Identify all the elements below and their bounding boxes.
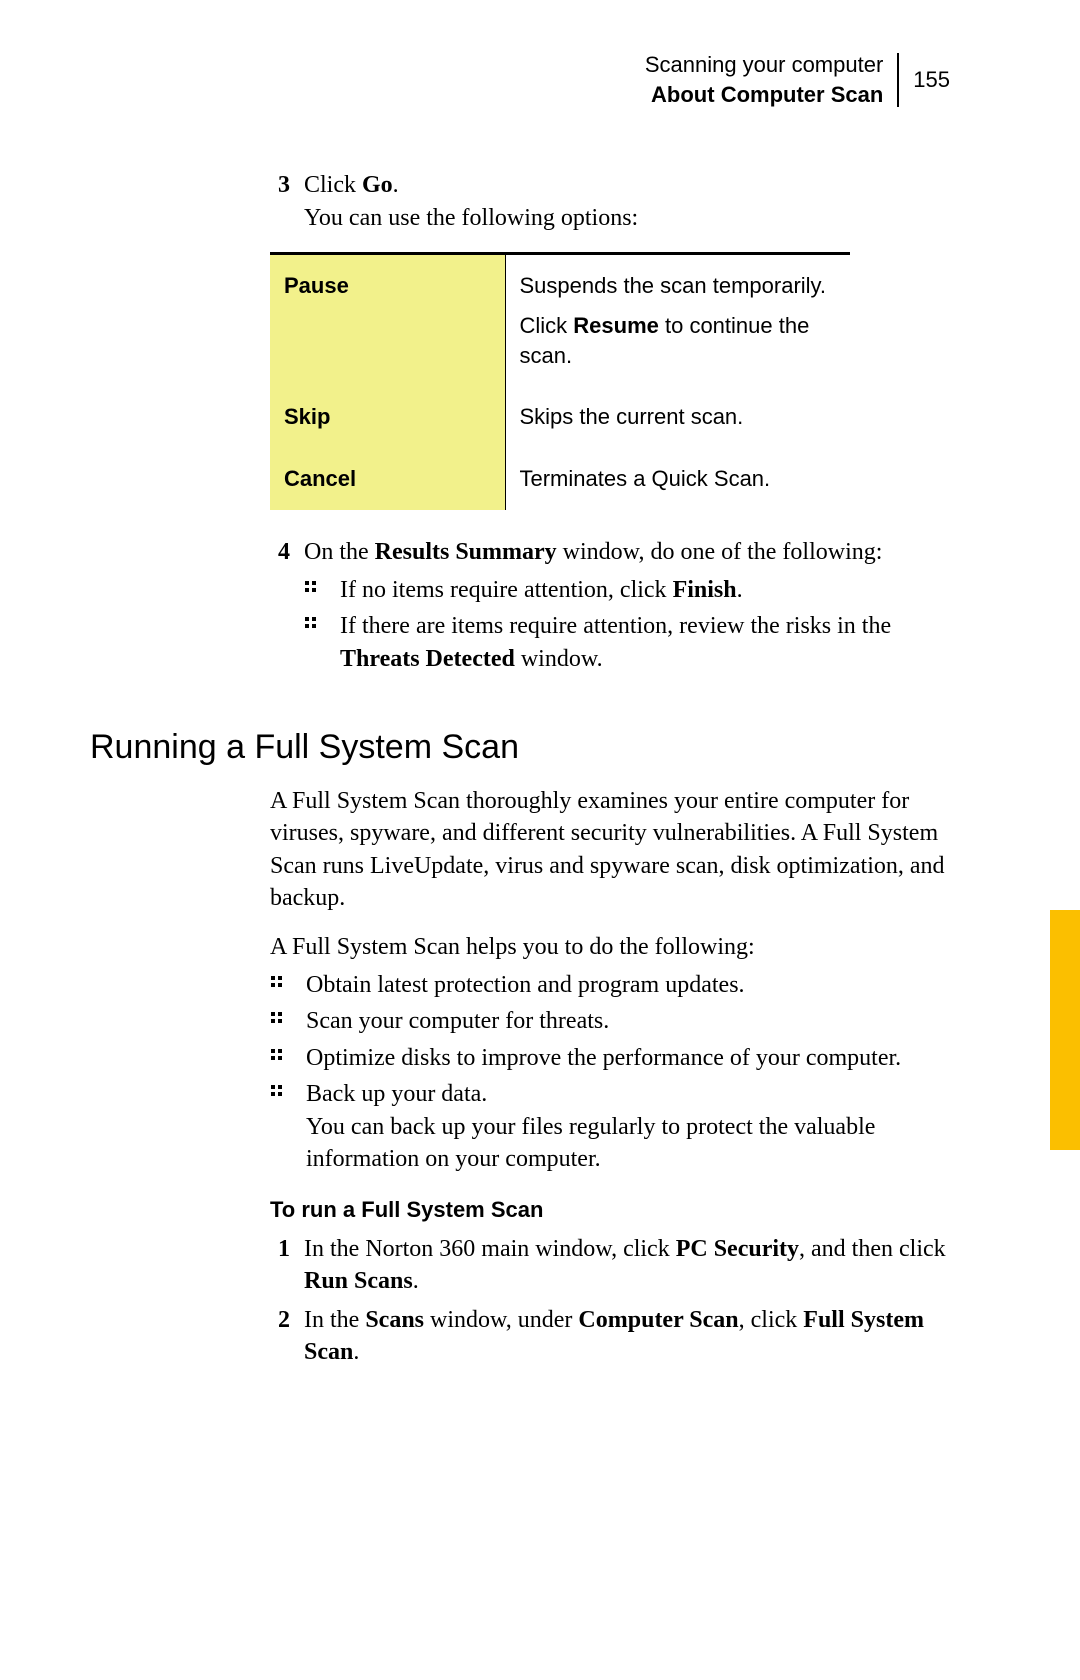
helps-bullets: Obtain latest protection and program upd… [270, 969, 950, 1175]
square-bullet-icon [270, 1048, 288, 1074]
square-bullet-icon [270, 1011, 288, 1037]
bullet-item: Obtain latest protection and program upd… [270, 969, 950, 1001]
option-row-pause: Pause Suspends the scan temporarily. Cli… [270, 254, 850, 387]
square-bullet-icon [304, 616, 322, 675]
options-table: Pause Suspends the scan temporarily. Cli… [270, 252, 850, 509]
content-area: 3 Click Go. You can use the following op… [270, 169, 950, 1368]
subhead-to-run: To run a Full System Scan [270, 1195, 950, 1225]
square-bullet-icon [270, 975, 288, 1001]
option-label: Cancel [270, 448, 505, 510]
option-desc: Terminates a Quick Scan. [505, 448, 850, 510]
option-desc: Suspends the scan temporarily. Click Res… [505, 254, 850, 387]
bullet-item: Scan your computer for threats. [270, 1005, 950, 1037]
option-label: Pause [270, 254, 505, 387]
helps-paragraph: A Full System Scan helps you to do the f… [270, 931, 950, 963]
step-number: 4 [270, 536, 290, 696]
bullet-item: If there are items require attention, re… [304, 610, 950, 675]
option-label: Skip [270, 386, 505, 448]
option-row-cancel: Cancel Terminates a Quick Scan. [270, 448, 850, 510]
option-row-skip: Skip Skips the current scan. [270, 386, 850, 448]
step4-bullets: If no items require attention, click Fin… [304, 574, 950, 675]
step-4: 4 On the Results Summary window, do one … [270, 536, 950, 696]
square-bullet-icon [304, 580, 322, 606]
bullet-item: If no items require attention, click Fin… [304, 574, 950, 606]
option-desc: Skips the current scan. [505, 386, 850, 448]
step-text: Click Go. You can use the following opti… [304, 169, 950, 234]
header-chapter: Scanning your computer [645, 50, 883, 80]
bullet-item: Back up your data. You can back up your … [270, 1078, 950, 1175]
run-step-2: 2 In the Scans window, under Computer Sc… [270, 1304, 950, 1369]
step-number: 1 [270, 1233, 290, 1298]
header-divider [897, 53, 899, 107]
step-text: In the Norton 360 main window, click PC … [304, 1233, 950, 1298]
intro-paragraph: A Full System Scan thoroughly examines y… [270, 785, 950, 915]
step-3: 3 Click Go. You can use the following op… [270, 169, 950, 234]
page-number: 155 [913, 65, 950, 95]
section-title: Running a Full System Scan [90, 725, 950, 771]
header-section: About Computer Scan [645, 80, 883, 110]
page: Scanning your computer About Computer Sc… [0, 0, 1080, 1680]
step-number: 3 [270, 169, 290, 234]
step-number: 2 [270, 1304, 290, 1369]
run-step-1: 1 In the Norton 360 main window, click P… [270, 1233, 950, 1298]
step-text: In the Scans window, under Computer Scan… [304, 1304, 950, 1369]
step-text: On the Results Summary window, do one of… [304, 536, 950, 696]
page-header: Scanning your computer About Computer Sc… [90, 50, 950, 109]
square-bullet-icon [270, 1084, 288, 1175]
page-edge-tab [1050, 910, 1080, 1150]
bullet-item: Optimize disks to improve the performanc… [270, 1042, 950, 1074]
